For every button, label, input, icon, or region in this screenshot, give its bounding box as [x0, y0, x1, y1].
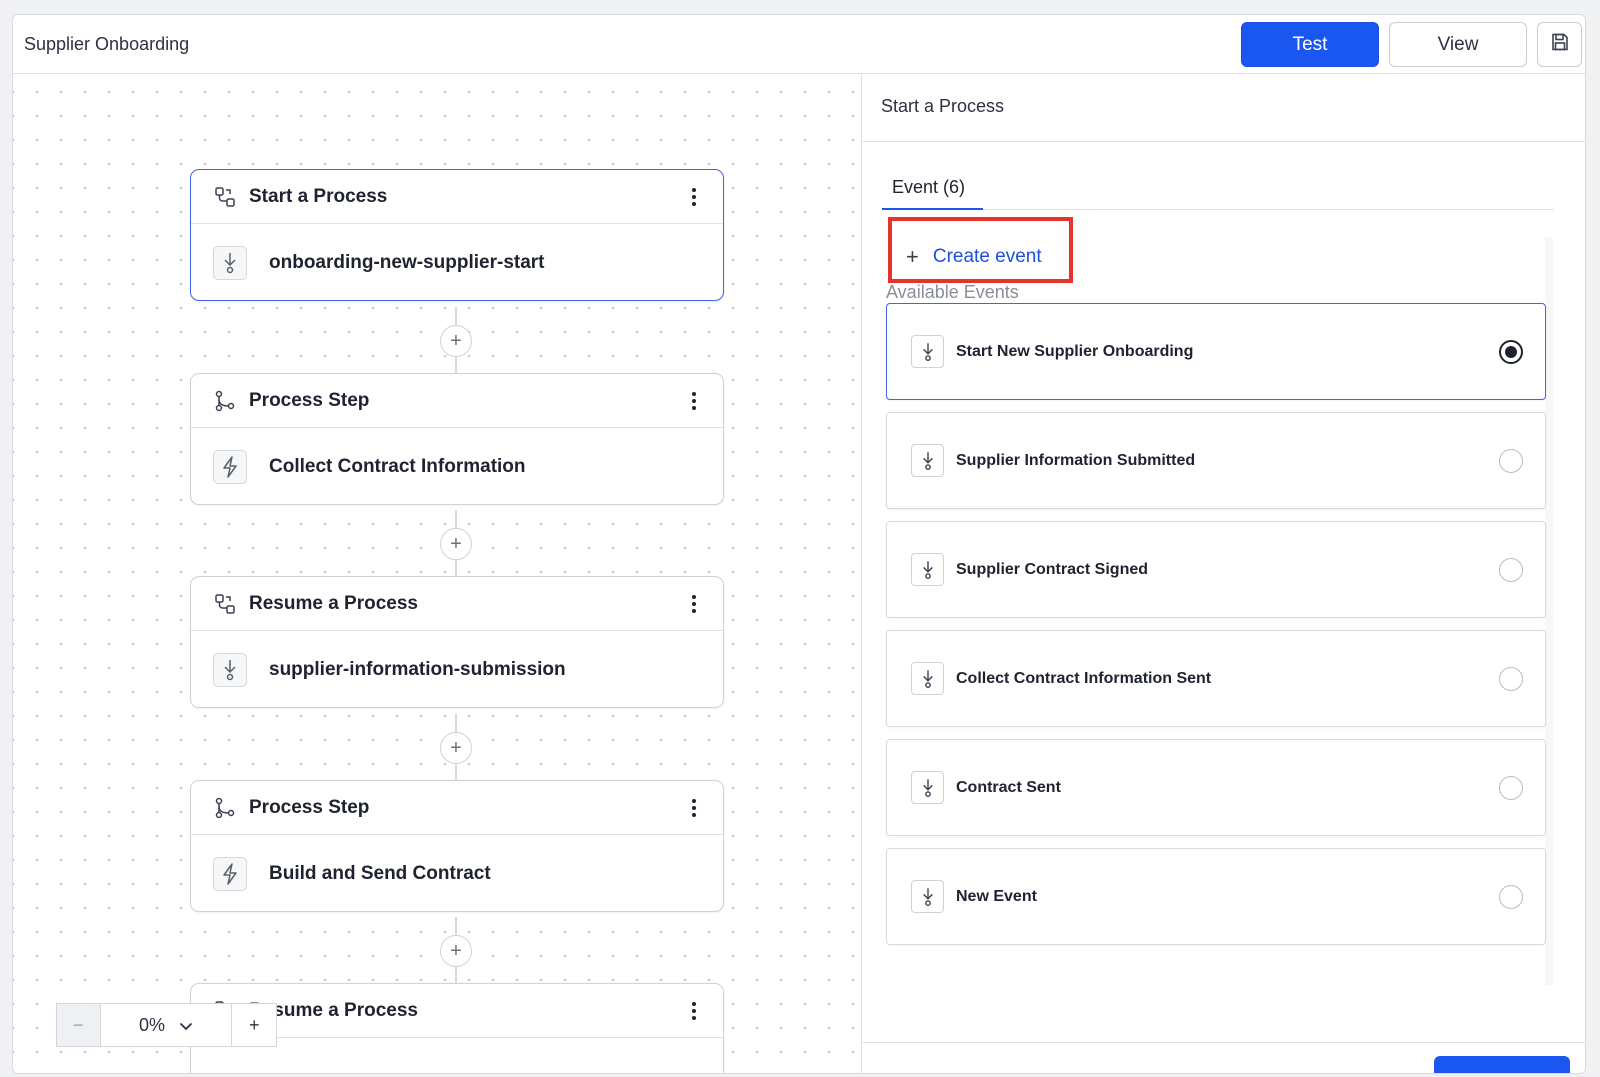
event-arrow-icon — [911, 771, 944, 804]
process-step-icon — [213, 389, 237, 413]
event-label: Supplier Information Submitted — [956, 451, 1196, 469]
plus-icon: + — [906, 244, 919, 269]
save-button[interactable] — [1537, 22, 1582, 67]
create-event-button[interactable]: + Create event — [906, 244, 1042, 270]
event-option[interactable]: Collect Contract Information Sent — [886, 630, 1546, 727]
event-radio[interactable] — [1499, 449, 1523, 473]
add-step-button[interactable]: + — [440, 732, 472, 764]
event-radio[interactable] — [1499, 667, 1523, 691]
event-arrow-icon — [911, 662, 944, 695]
flow-card-start-process[interactable]: Start a Process onboarding-new-supplier-… — [190, 169, 724, 301]
lightning-icon — [213, 856, 247, 891]
card-title: Process Step — [249, 796, 370, 818]
zoom-control: − 0% + — [56, 1003, 277, 1047]
top-bar: Supplier Onboarding Test View — [13, 15, 1585, 74]
card-body: onboarding-new-supplier-start — [191, 224, 723, 301]
process-step-icon — [213, 796, 237, 820]
add-step-button[interactable]: + — [440, 325, 472, 357]
properties-panel: Start a Process Event (6) + Create event… — [861, 74, 1585, 1073]
event-option[interactable]: Start New Supplier Onboarding — [886, 303, 1546, 400]
event-label: Collect Contract Information Sent — [956, 669, 1212, 687]
card-header: Resume a Process — [191, 577, 723, 631]
event-arrow-icon — [911, 444, 944, 477]
flow-card-process-step[interactable]: Process Step Collect Contract Informatio… — [190, 373, 724, 505]
event-radio[interactable] — [1499, 340, 1523, 364]
card-body: Collect Contract Information — [191, 428, 723, 505]
card-title: Process Step — [249, 389, 370, 411]
zoom-level-select[interactable]: 0% — [101, 1004, 233, 1046]
event-option[interactable]: Contract Sent — [886, 739, 1546, 836]
card-title: Resume a Process — [249, 592, 418, 614]
kebab-menu-icon[interactable] — [687, 592, 701, 616]
chevron-down-icon — [179, 1015, 193, 1036]
event-arrow-icon — [911, 553, 944, 586]
event-option[interactable]: Supplier Information Submitted — [886, 412, 1546, 509]
event-arrow-icon — [213, 245, 247, 280]
event-label: Start New Supplier Onboarding — [956, 342, 1194, 360]
create-event-label: Create event — [932, 246, 1042, 267]
add-step-button[interactable]: + — [440, 935, 472, 967]
zoom-level-value: 0% — [139, 1014, 166, 1035]
event-label: New Event — [956, 887, 1037, 905]
event-radio[interactable] — [1499, 776, 1523, 800]
divider — [862, 1042, 1585, 1043]
event-option[interactable]: Supplier Contract Signed — [886, 521, 1546, 618]
page-title: Supplier Onboarding — [24, 34, 190, 54]
event-option[interactable]: New Event — [886, 848, 1546, 945]
card-body-label: Build and Send Contract — [269, 862, 491, 884]
card-title: Start a Process — [249, 185, 388, 207]
flow-card-resume-process[interactable]: Resume a Process supplier-information-su… — [190, 576, 724, 708]
test-button[interactable]: Test — [1241, 22, 1379, 67]
panel-title: Start a Process — [881, 96, 1005, 116]
event-radio[interactable] — [1499, 885, 1523, 909]
kebab-menu-icon[interactable] — [687, 389, 701, 413]
panel-primary-button[interactable] — [1434, 1056, 1570, 1073]
card-body-label: supplier-information-submission — [269, 658, 566, 680]
available-events-heading: Available Events — [886, 282, 1019, 302]
process-start-icon — [213, 592, 237, 616]
event-arrow-icon — [213, 652, 247, 687]
divider — [862, 141, 1585, 142]
app-window: Supplier Onboarding Test View Start a Pr… — [12, 14, 1586, 1074]
zoom-out-button[interactable]: − — [57, 1004, 101, 1046]
card-body: Build and Send Contract — [191, 835, 723, 912]
kebab-menu-icon[interactable] — [687, 796, 701, 820]
card-body-label: onboarding-new-supplier-start — [269, 251, 545, 273]
view-button[interactable]: View — [1389, 22, 1527, 67]
event-label: Contract Sent — [956, 778, 1061, 796]
zoom-in-button[interactable]: + — [232, 1004, 276, 1046]
event-arrow-icon — [911, 335, 944, 368]
panel-tabs: Event (6) — [882, 174, 1554, 210]
card-header: Start a Process — [191, 170, 723, 224]
card-header: Process Step — [191, 374, 723, 428]
flow-card-process-step[interactable]: Process Step Build and Send Contract — [190, 780, 724, 912]
card-body: supplier-information-submission — [191, 631, 723, 708]
kebab-menu-icon[interactable] — [687, 999, 701, 1023]
event-label: Supplier Contract Signed — [956, 560, 1149, 578]
save-icon — [1550, 32, 1570, 58]
kebab-menu-icon[interactable] — [687, 185, 701, 209]
card-header: Process Step — [191, 781, 723, 835]
add-step-button[interactable]: + — [440, 528, 472, 560]
event-arrow-icon — [911, 880, 944, 913]
card-body-label: Collect Contract Information — [269, 455, 526, 477]
lightning-icon — [213, 449, 247, 484]
tab-event[interactable]: Event (6) — [882, 174, 983, 210]
process-start-icon — [213, 185, 237, 209]
flow-canvas[interactable]: Start a Process onboarding-new-supplier-… — [13, 74, 862, 1073]
event-radio[interactable] — [1499, 558, 1523, 582]
scrollbar[interactable] — [1545, 237, 1553, 985]
